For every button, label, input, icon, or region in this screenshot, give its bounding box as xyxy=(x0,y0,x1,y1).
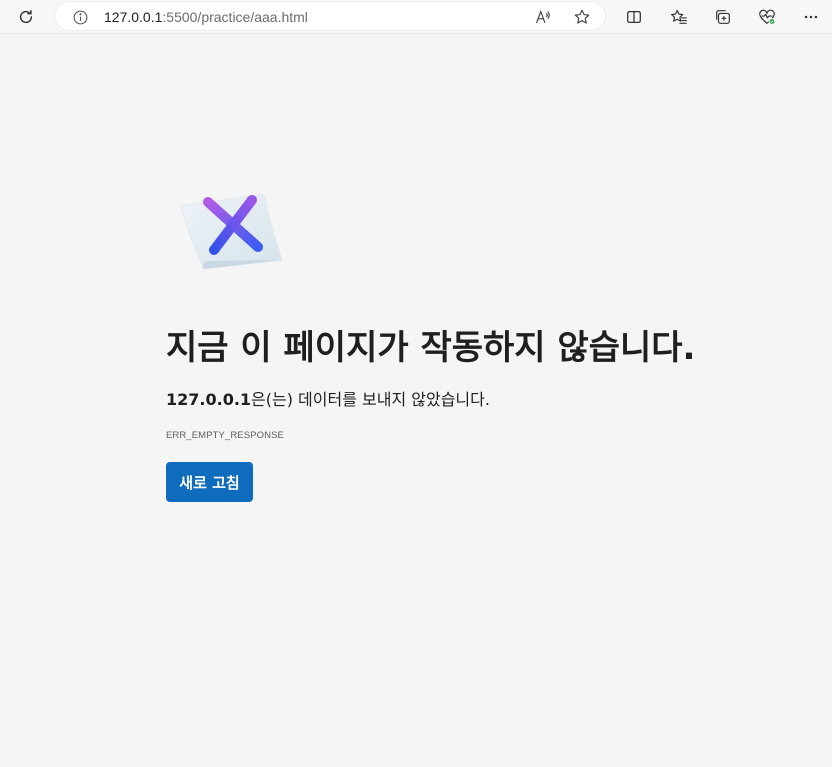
url-host: 127.0.0.1 xyxy=(104,9,163,25)
site-info-icon[interactable] xyxy=(71,8,89,26)
reload-button[interactable]: 새로 고침 xyxy=(166,462,253,502)
error-title: 지금 이 페이지가 작동하지 않습니다. xyxy=(166,328,696,368)
error-host: 127.0.0.1 xyxy=(166,390,252,409)
add-favorite-icon[interactable] xyxy=(572,7,592,27)
url-text[interactable]: 127.0.0.1:5500/practice/aaa.html xyxy=(104,9,308,25)
refresh-icon[interactable] xyxy=(12,3,40,31)
read-aloud-icon[interactable] xyxy=(533,7,553,27)
url-path: :5500/practice/aaa.html xyxy=(162,9,308,25)
browser-toolbar: 127.0.0.1:5500/practice/aaa.html xyxy=(0,0,832,34)
split-screen-icon[interactable] xyxy=(620,3,648,31)
browser-essentials-icon[interactable] xyxy=(753,3,781,31)
collections-icon[interactable] xyxy=(709,3,737,31)
error-description-text: 은(는) 데이터를 보내지 않았습니다. xyxy=(251,390,490,409)
address-bar[interactable]: 127.0.0.1:5500/practice/aaa.html xyxy=(54,1,606,31)
favorites-icon[interactable] xyxy=(665,3,693,31)
more-icon[interactable] xyxy=(797,3,825,31)
error-code: ERR_EMPTY_RESPONSE xyxy=(166,430,284,441)
error-x-icon xyxy=(178,190,284,272)
error-description: 127.0.0.1은(는) 데이터를 보내지 않았습니다. xyxy=(166,386,490,410)
